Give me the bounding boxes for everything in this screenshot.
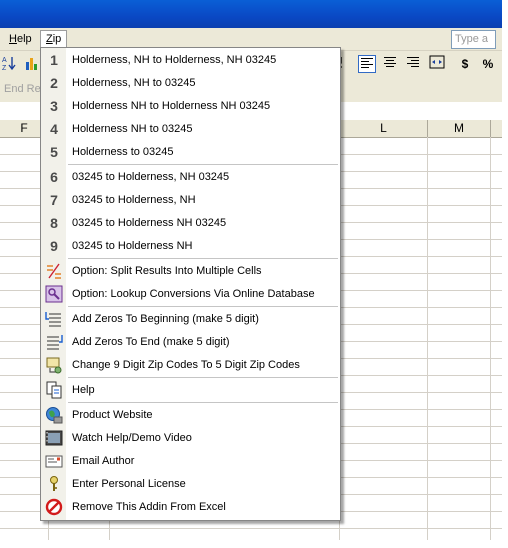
menu-separator <box>68 258 338 259</box>
menu-separator <box>68 164 338 165</box>
lookup-icon <box>42 283 66 306</box>
menu-item-15[interactable]: Help <box>41 379 340 402</box>
menu-item-14[interactable]: Change 9 Digit Zip Codes To 5 Digit Zip … <box>41 354 340 377</box>
svg-text:A: A <box>2 57 7 64</box>
menu-item-label: Watch Help/Demo Video <box>72 432 192 444</box>
email-icon <box>42 450 66 473</box>
chart-icon[interactable] <box>23 55 41 73</box>
currency-icon[interactable]: $ <box>456 55 474 73</box>
menu-item-5[interactable]: 5 Holderness to 03245 <box>41 141 340 164</box>
menu-item-6[interactable]: 6 03245 to Holderness, NH 03245 <box>41 166 340 189</box>
menu-separator <box>68 377 338 378</box>
menu-item-13[interactable]: Add Zeros To End (make 5 digit) <box>41 331 340 354</box>
svg-text:Z: Z <box>2 65 7 71</box>
globe-icon <box>42 404 66 427</box>
zip-mnemonic: Z <box>46 33 53 45</box>
menu-item-9[interactable]: 9 03245 to Holderness NH <box>41 235 340 258</box>
menu-item-11[interactable]: Option: Lookup Conversions Via Online Da… <box>41 283 340 306</box>
align-right-icon[interactable] <box>404 55 422 73</box>
frame-edge-right <box>502 0 508 548</box>
menu-item-label: Holderness NH to 03245 <box>72 123 193 135</box>
menu-item-19[interactable]: Enter Personal License <box>41 473 340 496</box>
menu-zip[interactable]: Zip <box>40 30 68 48</box>
menu-item-label: Enter Personal License <box>72 478 186 490</box>
zeros-end-icon <box>42 331 66 354</box>
align-left-icon[interactable] <box>358 55 376 73</box>
menu-item-18[interactable]: Email Author <box>41 450 340 473</box>
end-review-label: End Re <box>4 83 41 95</box>
menu-item-label: 03245 to Holderness, NH <box>72 194 196 206</box>
menu-separator <box>68 402 338 403</box>
menu-item-label: 03245 to Holderness, NH 03245 <box>72 171 230 183</box>
number-8-icon: 8 <box>50 215 58 231</box>
help-icon <box>42 379 66 402</box>
grid-vline <box>490 137 491 540</box>
menu-item-label: Help <box>72 384 95 396</box>
number-9-icon: 9 <box>50 238 58 254</box>
menu-item-label: Add Zeros To Beginning (make 5 digit) <box>72 313 259 325</box>
split-icon <box>42 260 66 283</box>
number-3-icon: 3 <box>50 98 58 114</box>
menu-item-2[interactable]: 2 Holderness, NH to 03245 <box>41 72 340 95</box>
frame-edge-bottom <box>0 540 508 548</box>
help-mnemonic: H <box>9 33 17 45</box>
menu-item-label: Holderness, NH to Holderness, NH 03245 <box>72 54 277 66</box>
menu-item-label: Change 9 Digit Zip Codes To 5 Digit Zip … <box>72 359 300 371</box>
number-1-icon: 1 <box>50 52 58 68</box>
zip-label-rest: ip <box>52 33 62 45</box>
number-5-icon: 5 <box>50 144 58 160</box>
menu-item-label: Holderness to 03245 <box>72 146 174 158</box>
menu-item-1[interactable]: 1 Holderness, NH to Holderness, NH 03245 <box>41 49 340 72</box>
number-6-icon: 6 <box>50 169 58 185</box>
menu-item-label: Option: Split Results Into Multiple Cell… <box>72 265 262 277</box>
menu-item-label: Product Website <box>72 409 153 421</box>
number-2-icon: 2 <box>50 75 58 91</box>
grid-hline <box>0 528 502 529</box>
menu-item-label: 03245 to Holderness NH 03245 <box>72 217 227 229</box>
help-label-rest: elp <box>16 33 32 45</box>
percent-icon[interactable]: % <box>479 55 497 73</box>
menu-item-20[interactable]: Remove This Addin From Excel <box>41 496 340 519</box>
menu-item-12[interactable]: Add Zeros To Beginning (make 5 digit) <box>41 308 340 331</box>
menu-item-7[interactable]: 7 03245 to Holderness, NH <box>41 189 340 212</box>
menu-item-16[interactable]: Product Website <box>41 404 340 427</box>
number-4-icon: 4 <box>50 121 58 137</box>
menu-item-label: Add Zeros To End (make 5 digit) <box>72 336 230 348</box>
zeros-begin-icon <box>42 308 66 331</box>
title-bar <box>0 0 502 28</box>
sort-icon[interactable]: AZ <box>0 55 18 73</box>
number-7-icon: 7 <box>50 192 58 208</box>
column-header-m[interactable]: M <box>428 120 491 137</box>
zip-dropdown-menu: 1 Holderness, NH to Holderness, NH 03245 2… <box>40 47 341 521</box>
menu-item-label: 03245 to Holderness NH <box>72 240 193 252</box>
align-center-icon[interactable] <box>381 55 399 73</box>
menu-item-8[interactable]: 8 03245 to Holderness NH 03245 <box>41 212 340 235</box>
menu-item-label: Option: Lookup Conversions Via Online Da… <box>72 288 315 300</box>
column-header-l[interactable]: L <box>340 120 428 137</box>
menu-item-label: Holderness NH to Holderness NH 03245 <box>72 100 271 112</box>
video-icon <box>42 427 66 450</box>
grid-vline <box>427 137 428 540</box>
menu-separator <box>68 306 338 307</box>
menu-item-label: Holderness, NH to 03245 <box>72 77 196 89</box>
menu-item-label: Remove This Addin From Excel <box>72 501 226 513</box>
ask-question-box[interactable]: Type a <box>451 30 496 49</box>
change-zip-icon <box>42 354 66 377</box>
menu-item-4[interactable]: 4 Holderness NH to 03245 <box>41 118 340 141</box>
key-icon <box>42 473 66 496</box>
menu-item-10[interactable]: Option: Split Results Into Multiple Cell… <box>41 260 340 283</box>
menu-help[interactable]: Help <box>6 31 35 47</box>
menu-item-label: Email Author <box>72 455 135 467</box>
remove-icon <box>42 496 66 519</box>
menu-item-3[interactable]: 3 Holderness NH to Holderness NH 03245 <box>41 95 340 118</box>
merge-center-icon[interactable] <box>428 55 446 73</box>
menu-item-17[interactable]: Watch Help/Demo Video <box>41 427 340 450</box>
